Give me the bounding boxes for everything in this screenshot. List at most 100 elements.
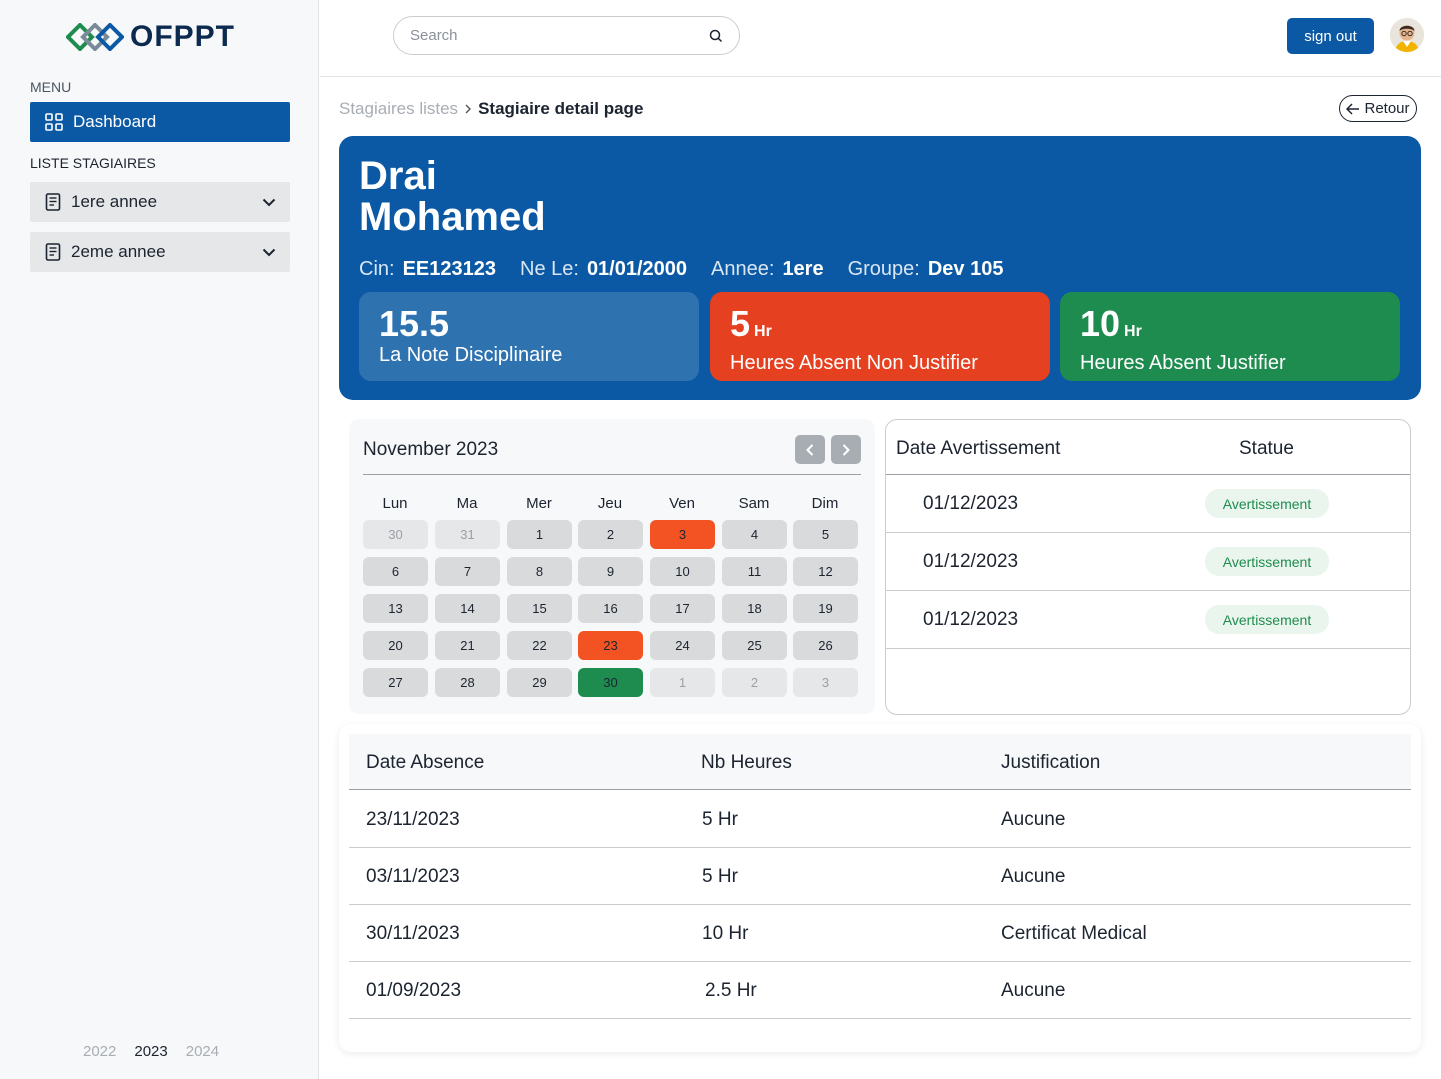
- calendar-day[interactable]: 25: [722, 631, 787, 660]
- user-avatar-icon: [1390, 18, 1424, 52]
- calendar-day[interactable]: 3: [793, 668, 858, 697]
- chevron-left-icon: [806, 443, 814, 456]
- calendar-day[interactable]: 31: [435, 520, 500, 549]
- calendar-day[interactable]: 21: [435, 631, 500, 660]
- sidebar-item-2eme-annee[interactable]: 2eme annee: [30, 232, 290, 272]
- header-date-avertissement: Date Avertissement: [896, 438, 1061, 459]
- non-justifie-value: 5: [730, 303, 751, 344]
- search-box: [393, 16, 740, 55]
- weekday-label: Sam: [738, 495, 770, 512]
- search-icon[interactable]: [709, 29, 723, 43]
- absence-hours: 5 Hr: [702, 866, 738, 887]
- calendar-day[interactable]: 7: [435, 557, 500, 586]
- grid-icon: [45, 113, 63, 131]
- calendar-day[interactable]: 1: [507, 520, 572, 549]
- table-row: 01/12/2023 Avertissement: [886, 475, 1410, 533]
- calendar-day[interactable]: 24: [650, 631, 715, 660]
- year-2023[interactable]: 2023: [134, 1043, 167, 1060]
- calendar-prev-button[interactable]: [795, 435, 825, 464]
- weekday-label: Ven: [669, 495, 695, 512]
- avertissement-date: 01/12/2023: [923, 609, 1019, 630]
- calendar-day[interactable]: 27: [363, 668, 428, 697]
- absence-justification: Certificat Medical: [1001, 923, 1147, 944]
- year-2022[interactable]: 2022: [83, 1043, 116, 1060]
- chevron-down-icon: [262, 198, 276, 206]
- calendar-day[interactable]: 4: [722, 520, 787, 549]
- header-statue: Statue: [1239, 438, 1294, 459]
- calendar-day[interactable]: 9: [578, 557, 643, 586]
- stat-card-note: 15.5 La Note Disciplinaire: [359, 292, 699, 381]
- breadcrumb: Stagiaires listes Stagiaire detail page: [339, 99, 643, 119]
- absence-date: 03/11/2023: [366, 866, 460, 887]
- calendar-day[interactable]: 8: [507, 557, 572, 586]
- avertissement-table: Date Avertissement Statue 01/12/2023 Ave…: [885, 419, 1411, 715]
- birthdate-label: Ne Le:: [520, 258, 579, 280]
- calendar-day[interactable]: 30: [578, 668, 643, 697]
- calendar-day[interactable]: 6: [363, 557, 428, 586]
- calendar-day[interactable]: 1: [650, 668, 715, 697]
- calendar-day[interactable]: 2: [578, 520, 643, 549]
- menu-label: MENU: [30, 79, 72, 95]
- chevron-right-icon: [465, 104, 472, 114]
- calendar-day[interactable]: 12: [793, 557, 858, 586]
- avatar[interactable]: [1390, 18, 1424, 52]
- student-header-card: Drai Mohamed Cin: EE123123 Ne Le: 01/01/20…: [339, 136, 1421, 400]
- table-row: 30/11/2023 10 Hr Certificat Medical: [349, 905, 1411, 962]
- chevron-down-icon: [262, 248, 276, 256]
- calendar-day[interactable]: 28: [435, 668, 500, 697]
- retour-button[interactable]: Retour: [1339, 95, 1417, 122]
- calendar-day[interactable]: 22: [507, 631, 572, 660]
- ofppt-logo-icon: [66, 23, 124, 51]
- annee-value: 1ere: [782, 258, 824, 280]
- sign-out-button[interactable]: sign out: [1287, 18, 1374, 54]
- calendar-day[interactable]: 16: [578, 594, 643, 623]
- groupe-label: Groupe:: [847, 258, 920, 280]
- calendar-day[interactable]: 11: [722, 557, 787, 586]
- absence-justification: Aucune: [1001, 809, 1066, 830]
- cin-value: EE123123: [402, 258, 496, 280]
- header-date-absence: Date Absence: [366, 752, 485, 773]
- weekday-label: Ma: [456, 495, 478, 512]
- table-row: 01/12/2023 Avertissement: [886, 533, 1410, 591]
- chevron-right-icon: [842, 443, 850, 456]
- stat-card-justifie: 10 Hr Heures Absent Justifier: [1060, 292, 1400, 381]
- calendar-day[interactable]: 30: [363, 520, 428, 549]
- year-2024[interactable]: 2024: [186, 1043, 219, 1060]
- calendar-day[interactable]: 15: [507, 594, 572, 623]
- absence-hours: 5 Hr: [702, 809, 738, 830]
- table-row: 01/12/2023 Avertissement: [886, 591, 1410, 649]
- logo[interactable]: OFPPT: [66, 20, 235, 54]
- absence-date: 01/09/2023: [366, 980, 462, 1001]
- calendar-next-button[interactable]: [831, 435, 861, 464]
- breadcrumb-stagiaires-listes[interactable]: Stagiaires listes: [339, 99, 458, 119]
- status-badge: Avertissement: [1205, 489, 1329, 518]
- table-row: 01/09/2023 2.5 Hr Aucune: [349, 962, 1411, 1019]
- liste-stagiaires-label: LISTE STAGIAIRES: [30, 155, 156, 171]
- sidebar-item-1ere-annee[interactable]: 1ere annee: [30, 182, 290, 222]
- calendar-day[interactable]: 13: [363, 594, 428, 623]
- calendar-day[interactable]: 19: [793, 594, 858, 623]
- calendar-day[interactable]: 5: [793, 520, 858, 549]
- justifie-unit: Hr: [1124, 323, 1142, 340]
- calendar-day[interactable]: 3: [650, 520, 715, 549]
- search-input[interactable]: [410, 27, 709, 44]
- status-badge: Avertissement: [1205, 605, 1329, 634]
- calendar-day[interactable]: 10: [650, 557, 715, 586]
- calendar-day[interactable]: 17: [650, 594, 715, 623]
- weekday-label: Mer: [526, 495, 552, 512]
- calendar-day[interactable]: 29: [507, 668, 572, 697]
- absence-justification: Aucune: [1001, 866, 1066, 887]
- calendar-day[interactable]: 26: [793, 631, 858, 660]
- calendar-day[interactable]: 18: [722, 594, 787, 623]
- justifie-value: 10: [1080, 303, 1121, 344]
- calendar-day[interactable]: 20: [363, 631, 428, 660]
- topbar: sign out: [320, 0, 1441, 77]
- arrow-left-icon: [1346, 102, 1360, 115]
- calendar-day[interactable]: 14: [435, 594, 500, 623]
- avertissement-date: 01/12/2023: [923, 551, 1019, 572]
- calendar-day[interactable]: 23: [578, 631, 643, 660]
- annee-label: Annee:: [711, 258, 775, 280]
- dashboard-button[interactable]: Dashboard: [30, 102, 290, 142]
- justifie-label: Heures Absent Justifier: [1080, 352, 1286, 374]
- calendar-day[interactable]: 2: [722, 668, 787, 697]
